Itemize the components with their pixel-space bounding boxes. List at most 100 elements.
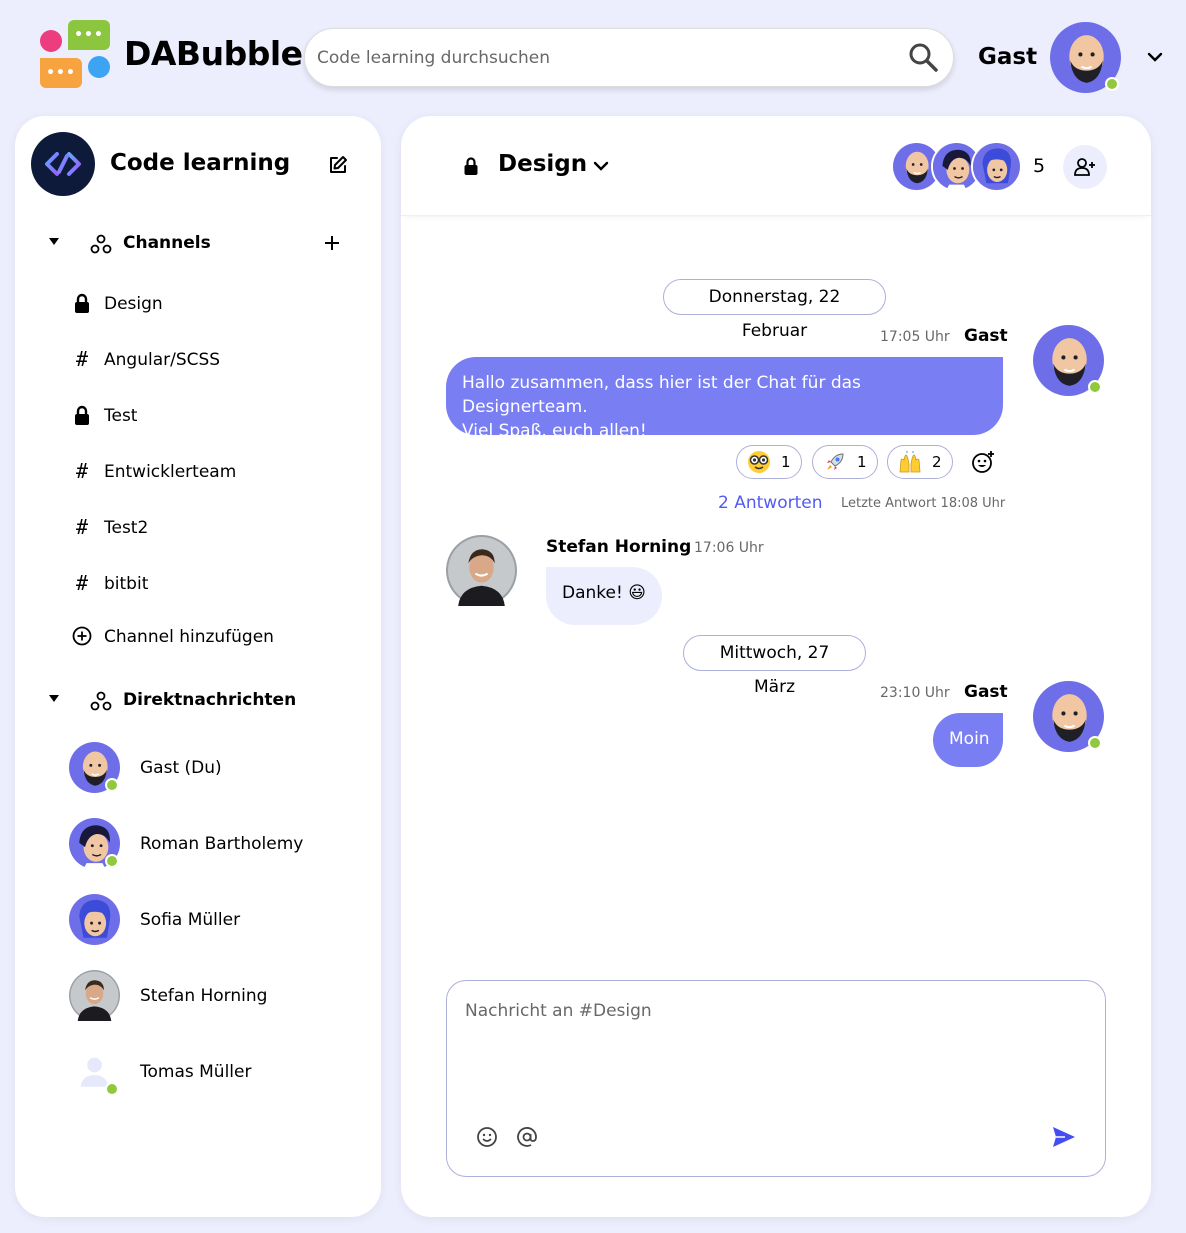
dm-user-name: Roman Bartholemy (140, 834, 304, 854)
hash-icon: # (75, 515, 89, 539)
dm-item-sofia[interactable]: Sofia Müller (15, 894, 381, 950)
workspaces-icon (90, 234, 112, 254)
avatar (69, 970, 120, 1021)
lock-icon (464, 157, 478, 175)
search-icon[interactable] (907, 41, 939, 73)
search-input[interactable] (317, 43, 897, 73)
dm-user-name: Stefan Horning (140, 986, 268, 1006)
add-channel-label: Channel hinzufügen (104, 627, 274, 647)
channel-item-test[interactable]: Test (15, 398, 381, 434)
app-logo: ••• ••• (38, 20, 112, 90)
channel-item-test2[interactable]: # Test2 (15, 510, 381, 546)
add-reaction-icon[interactable] (971, 450, 995, 474)
message-composer[interactable] (446, 980, 1106, 1177)
current-user-name[interactable]: Gast (978, 44, 1037, 70)
message-text: Danke! 😃 (562, 583, 646, 603)
channel-label: bitbit (104, 574, 149, 594)
chevron-down-icon[interactable] (591, 157, 611, 175)
reaction-count: 2 (932, 453, 942, 471)
sidebar: Code learning Channels Design # Angular/… (15, 116, 381, 1217)
dm-user-name: Sofia Müller (140, 910, 241, 930)
chat-header: Design 5 (401, 116, 1151, 216)
channel-label: Design (104, 294, 163, 314)
caret-down-icon[interactable] (49, 695, 59, 703)
message-text: Moin (949, 729, 990, 749)
message-bubble: Hallo zusammen, dass hier ist der Chat f… (446, 357, 1003, 441)
dm-item-stefan[interactable]: Stefan Horning (15, 970, 381, 1026)
message-text: Viel Spaß, euch allen! (462, 421, 647, 441)
dm-section-header[interactable]: Direktnachrichten (15, 686, 381, 716)
online-status-dot (1088, 736, 1102, 750)
raised-hands-icon (899, 451, 921, 473)
online-status-dot (1088, 380, 1102, 394)
reaction-raised-hands[interactable]: 2 (887, 445, 953, 479)
message-bubble: Moin (933, 713, 1003, 767)
channels-label: Channels (123, 233, 211, 253)
chat-panel: Design 5 Donnerstag, 22 Februar 17:05 Uh… (401, 116, 1151, 1217)
dm-item-gast[interactable]: Gast (Du) (15, 742, 381, 798)
channels-section-header[interactable]: Channels (15, 229, 381, 259)
channel-title[interactable]: Design (498, 151, 587, 177)
avatar[interactable] (446, 535, 517, 606)
edit-icon[interactable] (328, 155, 348, 175)
channel-label: Test (104, 406, 138, 426)
avatar (69, 894, 120, 945)
message-author[interactable]: Gast (964, 682, 1008, 702)
add-channel-button[interactable]: Channel hinzufügen (15, 619, 381, 655)
hash-icon: # (75, 571, 89, 595)
online-status-dot (1105, 77, 1119, 91)
channel-item-entwicklerteam[interactable]: # Entwicklerteam (15, 454, 381, 490)
replies-link[interactable]: 2 Antworten (718, 493, 822, 513)
avatar (971, 141, 1022, 192)
hash-icon: # (75, 459, 89, 483)
message-time: 17:06 Uhr (694, 540, 764, 556)
channel-item-bitbit[interactable]: # bitbit (15, 566, 381, 602)
reaction-nerd-face[interactable]: 1 (736, 445, 802, 479)
message-bubble: Danke! 😃 (546, 567, 662, 625)
reaction-rocket[interactable]: 1 (812, 445, 878, 479)
dm-user-name: Gast (Du) (140, 758, 222, 778)
workspace-logo (31, 132, 95, 196)
add-channel-plus-icon[interactable] (323, 234, 341, 252)
search-bar[interactable] (304, 28, 954, 87)
message-text: Hallo zusammen, dass hier ist der Chat f… (462, 373, 861, 417)
message-author[interactable]: Gast (964, 326, 1008, 346)
emoji-icon[interactable] (476, 1126, 498, 1148)
hash-icon: # (75, 347, 89, 371)
plus-circle-icon (72, 626, 92, 646)
caret-down-icon[interactable] (49, 238, 59, 246)
chevron-down-icon[interactable] (1144, 47, 1166, 67)
top-bar: ••• ••• DABubble Gast (0, 0, 1186, 110)
user-avatar[interactable] (1050, 22, 1121, 93)
lock-icon (75, 405, 89, 425)
dm-label: Direktnachrichten (123, 690, 297, 710)
avatar[interactable] (1033, 681, 1104, 752)
reaction-count: 1 (857, 453, 867, 471)
message-input[interactable] (465, 1001, 1085, 1081)
channel-item-angular-scss[interactable]: # Angular/SCSS (15, 342, 381, 378)
send-icon[interactable] (1051, 1125, 1077, 1149)
mention-icon[interactable] (516, 1126, 538, 1148)
channel-item-design[interactable]: Design (15, 286, 381, 322)
message-author[interactable]: Stefan Horning (546, 537, 691, 557)
message-time: 17:05 Uhr (880, 329, 950, 345)
avatar[interactable] (1033, 325, 1104, 396)
member-avatars[interactable] (891, 141, 1031, 193)
app-title: DABubble (124, 34, 303, 73)
rocket-icon (827, 453, 844, 470)
contacts-icon (90, 691, 112, 711)
message-time: 23:10 Uhr (880, 685, 950, 701)
channel-label: Entwicklerteam (104, 462, 237, 482)
add-user-icon (1074, 158, 1095, 176)
add-member-button[interactable] (1063, 145, 1107, 189)
dm-item-tomas[interactable]: Tomas Müller (15, 1046, 381, 1102)
lock-icon (75, 293, 89, 313)
member-count[interactable]: 5 (1033, 155, 1045, 177)
last-reply-time: Letzte Antwort 18:08 Uhr (841, 496, 1006, 511)
channel-label: Test2 (104, 518, 149, 538)
dm-user-name: Tomas Müller (140, 1062, 252, 1082)
date-separator: Donnerstag, 22 Februar (663, 279, 886, 341)
dm-item-roman[interactable]: Roman Bartholemy (15, 818, 381, 874)
online-status-dot (105, 778, 119, 792)
online-status-dot (105, 1082, 119, 1096)
